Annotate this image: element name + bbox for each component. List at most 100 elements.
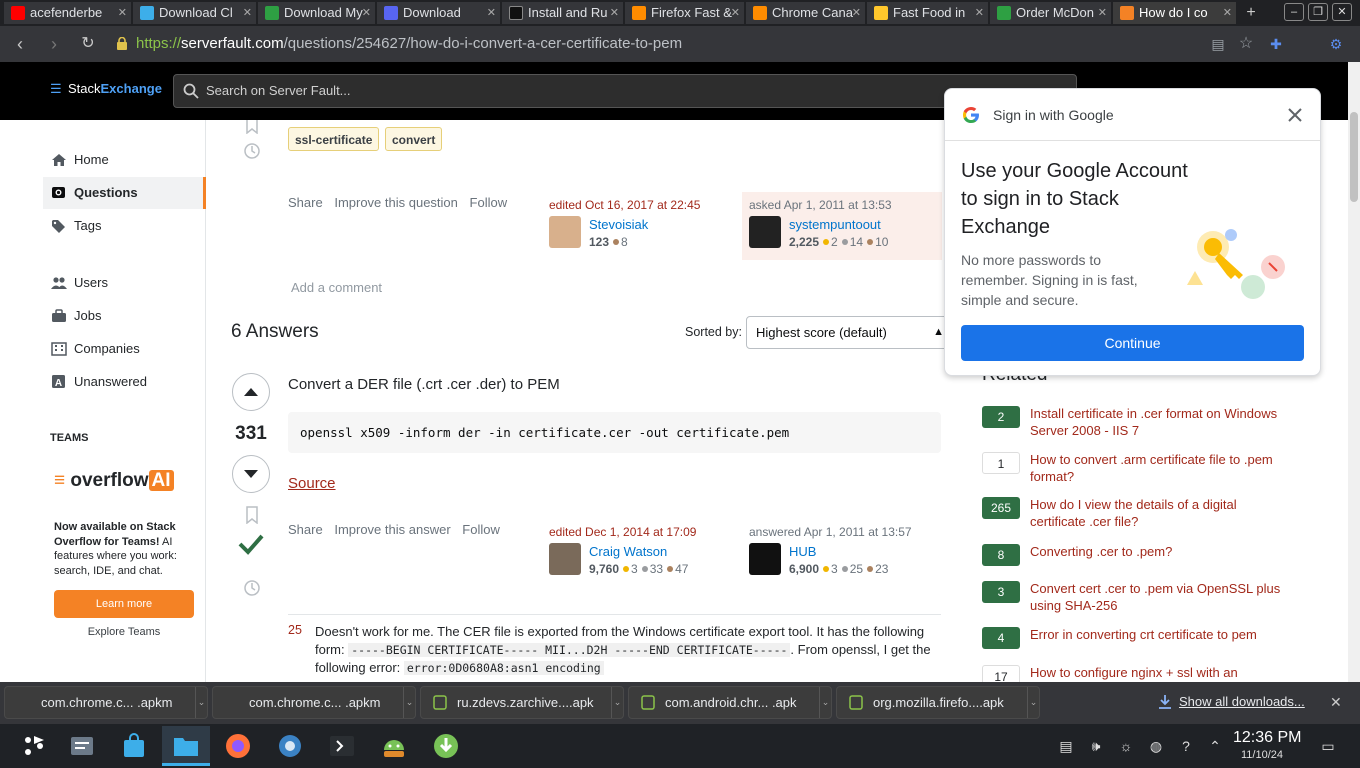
upvote-button[interactable] <box>232 373 270 411</box>
download-item[interactable]: com.chrome.c... .apkm ⌄ <box>4 686 208 719</box>
avatar[interactable] <box>749 543 781 575</box>
sort-select[interactable]: Highest score (default) ▲ <box>746 316 947 349</box>
close-tab-icon[interactable]: ✕ <box>852 2 861 24</box>
user-name[interactable]: HUB <box>789 544 816 559</box>
share-link[interactable]: Share <box>288 195 323 210</box>
related-link[interactable]: Install certificate in .cer format on Wi… <box>1030 406 1290 439</box>
close-tab-icon[interactable]: ✕ <box>118 2 127 24</box>
browser-tab[interactable]: Order McDon ✕ <box>990 2 1112 24</box>
download-item[interactable]: com.chrome.c... .apkm ⌄ <box>212 686 416 719</box>
related-link[interactable]: How to convert .arm certificate file to … <box>1030 452 1290 485</box>
user-name[interactable]: systempuntoout <box>789 217 881 232</box>
browser-tab[interactable]: Install and Ru ✕ <box>502 2 624 24</box>
history-icon[interactable] <box>243 579 261 597</box>
continue-button[interactable]: Continue <box>961 325 1304 361</box>
reader-mode-icon[interactable]: ▤ <box>1208 34 1228 54</box>
improve-answer-link[interactable]: Improve this answer <box>334 522 450 537</box>
close-tab-icon[interactable]: ✕ <box>1098 2 1107 24</box>
bookmark-icon[interactable] <box>243 120 261 134</box>
related-link[interactable]: Converting .cer to .pem? <box>1030 544 1290 561</box>
taskbar-android-app[interactable] <box>370 726 418 766</box>
menu-icon[interactable]: ⚙ <box>1326 34 1346 54</box>
browser-tab[interactable]: Download Cl ✕ <box>133 2 257 24</box>
taskbar-app[interactable] <box>266 726 314 766</box>
sidebar-item-users[interactable]: Users <box>43 267 206 299</box>
chevron-down-icon[interactable]: ⌄ <box>195 687 207 718</box>
sidebar-item-companies[interactable]: Companies <box>43 333 206 365</box>
follow-link[interactable]: Follow <box>462 522 500 537</box>
new-tab-button[interactable]: + <box>1240 2 1262 24</box>
download-item[interactable]: com.android.chr... .apk ⌄ <box>628 686 832 719</box>
tag-ssl-certificate[interactable]: ssl-certificate <box>288 127 380 151</box>
taskbar-settings[interactable] <box>58 726 106 766</box>
related-link[interactable]: How do I view the details of a digital c… <box>1030 497 1290 530</box>
clock-date[interactable]: 11/10/24 <box>1241 749 1283 761</box>
browser-tab[interactable]: Fast Food in ✕ <box>867 2 989 24</box>
share-link[interactable]: Share <box>288 522 323 537</box>
volume-icon[interactable]: 🕪 <box>1086 736 1106 756</box>
edited-timestamp[interactable]: edited Oct 16, 2017 at 22:45 <box>549 198 735 212</box>
tag-convert[interactable]: convert <box>385 127 443 151</box>
close-tab-icon[interactable]: ✕ <box>731 2 740 24</box>
sidebar-item-unanswered[interactable]: A Unanswered <box>43 366 206 398</box>
downvote-button[interactable] <box>232 455 270 493</box>
learn-more-button[interactable]: Learn more <box>54 590 194 618</box>
browser-tab[interactable]: acefenderbe ✕ <box>4 2 132 24</box>
browser-tab[interactable]: Firefox Fast & ✕ <box>625 2 745 24</box>
avatar[interactable] <box>749 216 781 248</box>
source-link[interactable]: Source <box>288 475 336 492</box>
chevron-down-icon[interactable]: ⌄ <box>611 687 623 718</box>
stackexchange-logo[interactable]: ☰ StackExchange <box>50 81 162 97</box>
avatar[interactable] <box>549 216 581 248</box>
bookmark-star-icon[interactable]: ☆ <box>1236 34 1256 54</box>
chevron-down-icon[interactable]: ⌄ <box>403 687 415 718</box>
sidebar-item-tags[interactable]: Tags <box>43 210 206 242</box>
network-icon[interactable]: ◍ <box>1146 736 1166 756</box>
close-tab-icon[interactable]: ✕ <box>975 2 984 24</box>
explore-teams-link[interactable]: Explore Teams <box>54 626 194 638</box>
taskbar-downloader[interactable] <box>422 726 470 766</box>
add-comment-link[interactable]: Add a comment <box>291 280 382 295</box>
related-link[interactable]: Convert cert .cer to .pem via OpenSSL pl… <box>1030 581 1290 614</box>
close-window-button[interactable]: ✕ <box>1332 3 1352 21</box>
improve-question-link[interactable]: Improve this question <box>334 195 458 210</box>
taskbar-files[interactable] <box>162 726 210 766</box>
edited-timestamp[interactable]: edited Dec 1, 2014 at 17:09 <box>549 525 735 539</box>
close-tab-icon[interactable]: ✕ <box>362 2 371 24</box>
taskbar-firefox[interactable] <box>214 726 262 766</box>
show-desktop-icon[interactable]: ▭ <box>1318 736 1338 756</box>
close-icon[interactable] <box>1285 105 1305 125</box>
user-name[interactable]: Stevoisiak <box>589 217 648 232</box>
taskbar-terminal[interactable] <box>318 726 366 766</box>
clock-time[interactable]: 12:36 PM <box>1233 729 1301 747</box>
close-tab-icon[interactable]: ✕ <box>1223 2 1232 24</box>
scrollbar-thumb[interactable] <box>1350 112 1358 202</box>
clipboard-icon[interactable]: ▤ <box>1056 736 1076 756</box>
app-launcher-button[interactable] <box>10 726 58 766</box>
close-tab-icon[interactable]: ✕ <box>487 2 496 24</box>
taskbar-store[interactable] <box>110 726 158 766</box>
close-tab-icon[interactable]: ✕ <box>610 2 619 24</box>
sidebar-item-jobs[interactable]: Jobs <box>43 300 206 332</box>
reload-button[interactable]: ↻ <box>76 32 100 56</box>
chevron-down-icon[interactable]: ⌄ <box>1027 687 1039 718</box>
answered-timestamp[interactable]: answered Apr 1, 2011 at 13:57 <box>749 525 935 539</box>
sidebar-item-home[interactable]: Home <box>43 144 206 176</box>
history-icon[interactable] <box>243 142 261 160</box>
chevron-up-icon[interactable]: ⌃ <box>1205 736 1225 756</box>
chevron-down-icon[interactable]: ⌄ <box>819 687 831 718</box>
related-link[interactable]: How to configure nginx + ssl with an <box>1030 665 1290 682</box>
download-item[interactable]: ru.zdevs.zarchive....apk ⌄ <box>420 686 624 719</box>
restore-window-button[interactable]: ❐ <box>1308 3 1328 21</box>
avatar[interactable] <box>549 543 581 575</box>
asked-timestamp[interactable]: asked Apr 1, 2011 at 13:53 <box>749 198 935 212</box>
page-scrollbar[interactable] <box>1348 62 1360 682</box>
download-item[interactable]: org.mozilla.firefo....apk ⌄ <box>836 686 1040 719</box>
close-downloads-icon[interactable]: ✕ <box>1330 694 1342 711</box>
related-link[interactable]: Error in converting crt certificate to p… <box>1030 627 1290 644</box>
user-name[interactable]: Craig Watson <box>589 544 667 559</box>
browser-tab[interactable]: Chrome Cana ✕ <box>746 2 866 24</box>
forward-button[interactable]: › <box>42 32 66 56</box>
browser-tab[interactable]: Download ✕ <box>377 2 501 24</box>
search-input[interactable]: Search on Server Fault... <box>173 74 1077 108</box>
